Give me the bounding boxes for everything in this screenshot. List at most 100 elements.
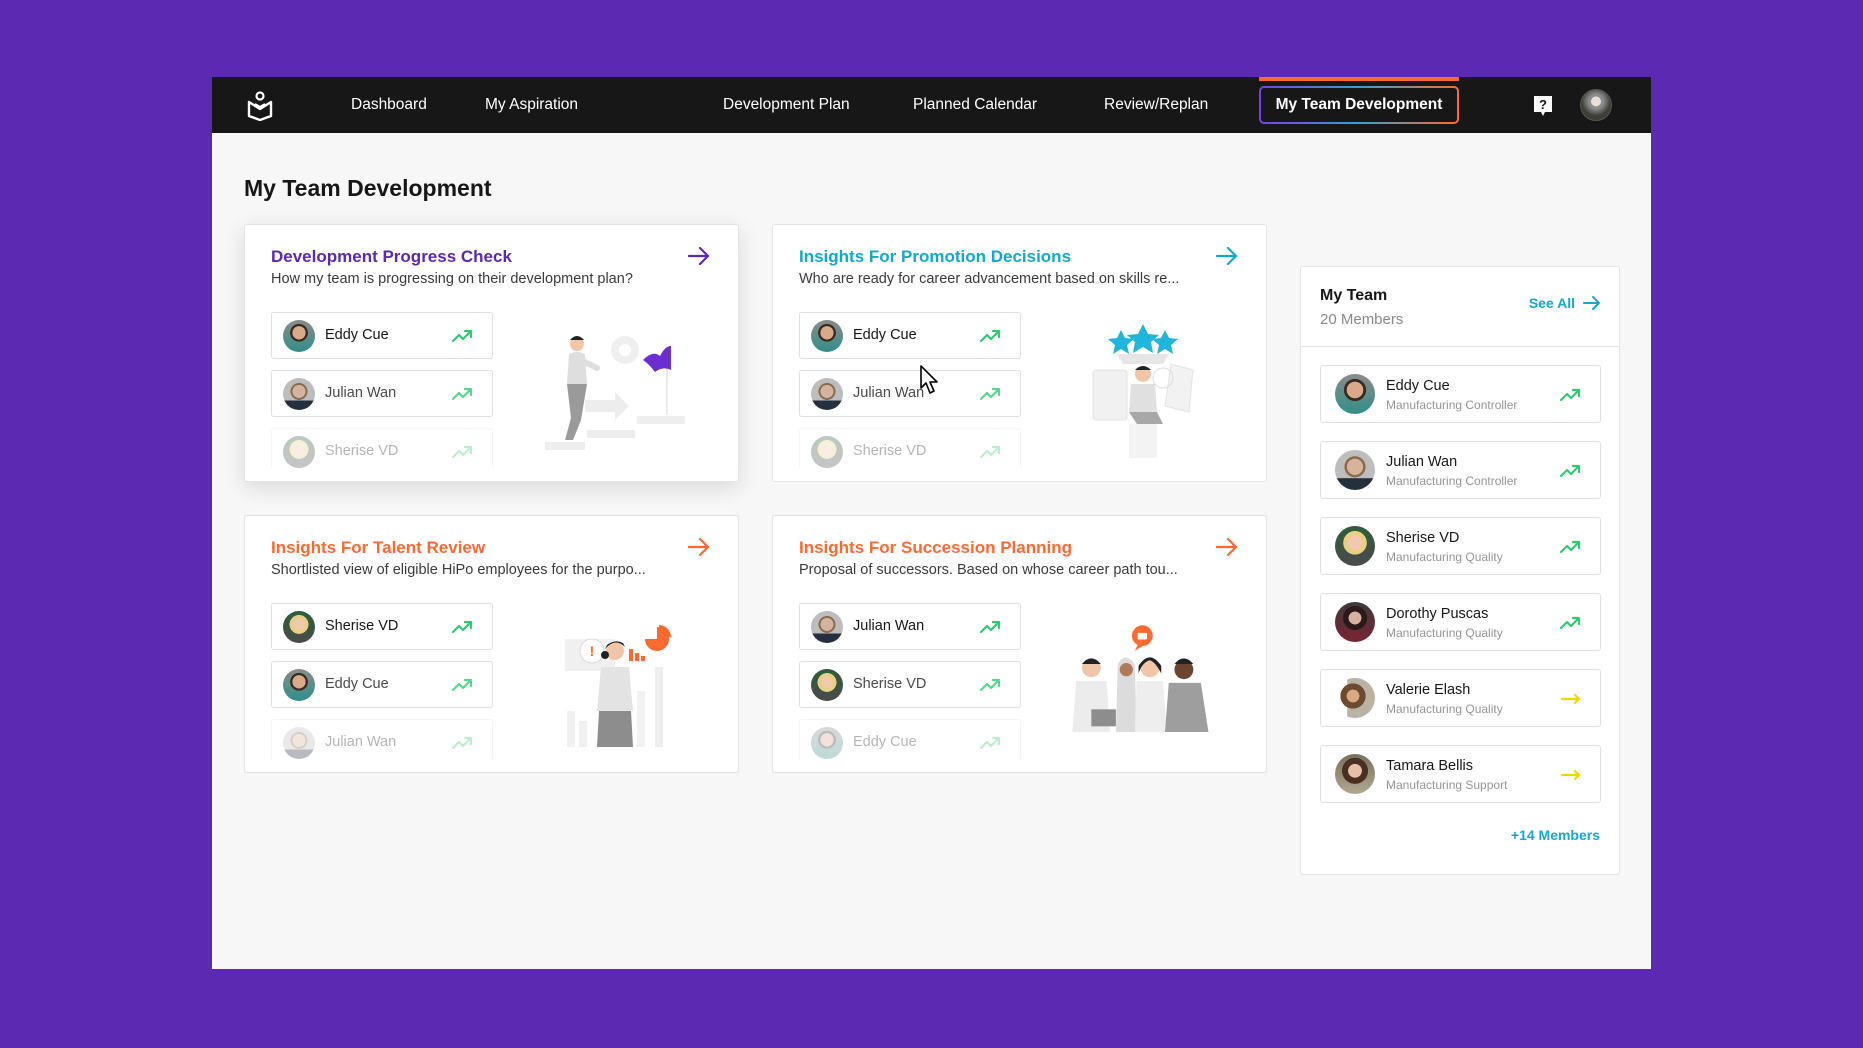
avatar — [811, 727, 843, 759]
arrow-right-icon[interactable] — [1215, 536, 1239, 558]
my-team-title: My Team — [1320, 287, 1388, 304]
card-description: Who are ready for career advancement bas… — [799, 271, 1180, 287]
avatar — [283, 669, 315, 701]
team-group-illustration — [1072, 625, 1209, 732]
book-person-logo-icon[interactable] — [246, 91, 274, 121]
trend-up-icon — [1560, 464, 1581, 478]
avatar — [283, 436, 315, 468]
more-members-link[interactable]: +14 Members — [1511, 827, 1600, 843]
team-member-row[interactable]: Julian Wan Manufacturing Controller — [1320, 441, 1601, 499]
trend-up-icon — [452, 445, 473, 459]
member-name: Eddy Cue — [325, 676, 389, 692]
member-role: Manufacturing Quality — [1386, 626, 1503, 640]
see-all-label: See All — [1528, 295, 1575, 311]
card-title: Insights For Talent Review — [271, 538, 486, 557]
member-list: Sherise VD Eddy Cue Julian Wan — [271, 603, 493, 759]
nav-development-plan[interactable]: Development Plan — [723, 77, 850, 133]
member-list: Julian Wan Sherise VD Eddy Cue — [799, 603, 1021, 759]
trend-flat-icon — [1560, 693, 1581, 705]
promotion-stars-illustration — [1092, 324, 1194, 458]
member-pill[interactable]: Julian Wan — [799, 603, 1021, 650]
card-description: Shortlisted view of eligible HiPo employ… — [271, 562, 646, 578]
member-role: Manufacturing Controller — [1386, 474, 1518, 488]
member-pill[interactable]: Julian Wan — [271, 719, 493, 759]
member-name: Sherise VD — [1386, 530, 1460, 546]
member-pill[interactable]: Julian Wan — [271, 370, 493, 417]
member-name: Julian Wan — [1386, 454, 1458, 470]
member-name: Julian Wan — [853, 385, 925, 401]
member-pill[interactable]: Sherise VD — [799, 428, 1021, 468]
svg-text:!: ! — [590, 643, 595, 659]
avatar — [811, 611, 843, 643]
arrow-right-icon[interactable] — [687, 245, 711, 267]
my-team-header: My Team 20 Members See All — [1301, 267, 1619, 347]
trend-up-icon — [980, 387, 1001, 401]
member-name: Eddy Cue — [853, 734, 917, 750]
nav-dashboard[interactable]: Dashboard — [351, 77, 427, 133]
card-insights-promotion-decisions[interactable]: Insights For Promotion Decisions Who are… — [772, 224, 1267, 482]
team-member-row[interactable]: Dorothy Puscas Manufacturing Quality — [1320, 593, 1601, 651]
team-member-row[interactable]: Eddy Cue Manufacturing Controller — [1320, 365, 1601, 423]
nav-my-team-development[interactable]: My Team Development — [1259, 86, 1459, 124]
see-all-link[interactable]: See All — [1529, 295, 1601, 311]
nav-my-aspiration[interactable]: My Aspiration — [485, 77, 578, 133]
trend-up-icon — [980, 678, 1001, 692]
member-role: Manufacturing Support — [1386, 778, 1508, 792]
member-pill[interactable]: Sherise VD — [271, 603, 493, 650]
avatar — [1335, 374, 1375, 414]
trend-up-icon — [980, 736, 1001, 750]
team-member-row[interactable]: Sherise VD Manufacturing Quality — [1320, 517, 1601, 575]
arrow-right-icon[interactable] — [1215, 245, 1239, 267]
avatar — [1335, 450, 1375, 490]
trend-up-icon — [452, 329, 473, 343]
member-pill[interactable]: Eddy Cue — [799, 312, 1021, 359]
trend-up-icon — [980, 445, 1001, 459]
avatar — [811, 378, 843, 410]
avatar — [283, 320, 315, 352]
avatar — [811, 669, 843, 701]
card-insights-succession-planning[interactable]: Insights For Succession Planning Proposa… — [772, 515, 1267, 773]
trend-up-icon — [452, 678, 473, 692]
member-name: Sherise VD — [325, 443, 399, 459]
trend-up-icon — [980, 620, 1001, 634]
trend-up-icon — [1560, 388, 1581, 402]
my-team-panel: My Team 20 Members See All Eddy Cue Manu… — [1300, 266, 1620, 875]
top-nav: Dashboard My Aspiration Development Plan… — [212, 77, 1651, 133]
talent-review-illustration: ! — [565, 625, 671, 747]
member-list: Eddy Cue Julian Wan Sherise VD — [271, 312, 493, 468]
member-pill[interactable]: Julian Wan — [799, 370, 1021, 417]
card-insights-talent-review[interactable]: Insights For Talent Review Shortlisted v… — [244, 515, 739, 773]
card-development-progress-check[interactable]: Development Progress Check How my team i… — [244, 224, 739, 482]
card-title: Development Progress Check — [271, 247, 512, 266]
member-name: Valerie Elash — [1386, 682, 1471, 698]
arrow-right-icon[interactable] — [687, 536, 711, 558]
member-pill[interactable]: Sherise VD — [271, 428, 493, 468]
member-pill[interactable]: Sherise VD — [799, 661, 1021, 708]
trend-up-icon — [452, 620, 473, 634]
member-role: Manufacturing Quality — [1386, 550, 1503, 564]
my-team-count: 20 Members — [1320, 311, 1404, 328]
member-pill[interactable]: Eddy Cue — [271, 661, 493, 708]
help-question-icon[interactable]: ? — [1533, 95, 1553, 117]
nav-planned-calendar[interactable]: Planned Calendar — [913, 77, 1037, 133]
nav-review-replan[interactable]: Review/Replan — [1104, 77, 1208, 133]
member-name: Sherise VD — [325, 618, 399, 634]
active-tab-indicator — [1259, 77, 1459, 81]
svg-text:?: ? — [1539, 97, 1547, 112]
avatar — [811, 320, 843, 352]
trend-up-icon — [980, 329, 1001, 343]
member-pill[interactable]: Eddy Cue — [799, 719, 1021, 759]
avatar — [1335, 754, 1375, 794]
member-list: Eddy Cue Julian Wan Sherise VD — [799, 312, 1021, 468]
member-name: Tamara Bellis — [1386, 758, 1474, 774]
mouse-cursor-icon — [920, 365, 938, 394]
card-description: Proposal of successors. Based on whose c… — [799, 562, 1178, 578]
user-avatar[interactable] — [1580, 89, 1612, 121]
member-name: Julian Wan — [325, 734, 397, 750]
avatar — [283, 378, 315, 410]
team-member-row[interactable]: Valerie Elash Manufacturing Quality — [1320, 669, 1601, 727]
nav-my-team-development-label: My Team Development — [1261, 88, 1457, 122]
member-pill[interactable]: Eddy Cue — [271, 312, 493, 359]
member-name: Julian Wan — [853, 618, 925, 634]
team-member-row[interactable]: Tamara Bellis Manufacturing Support — [1320, 745, 1601, 803]
